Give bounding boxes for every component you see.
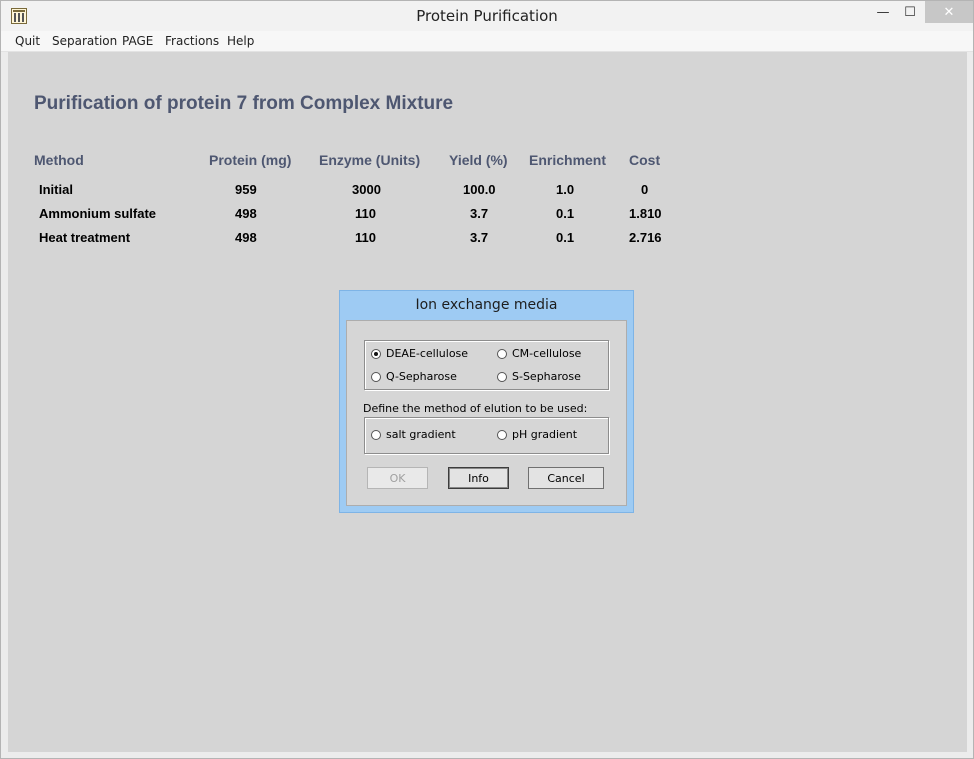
menu-quit[interactable]: Quit	[15, 34, 40, 48]
column-header-protein: Protein (mg)	[209, 152, 292, 168]
column-header-enrichment: Enrichment	[529, 152, 607, 168]
cell-cost: 2.716	[629, 230, 662, 245]
cell-method: Initial	[39, 182, 73, 197]
title-bar[interactable]: Protein Purification — ☐ ✕	[1, 1, 973, 31]
radio-cm-cellulose[interactable]: CM-cellulose	[497, 347, 581, 360]
menu-page[interactable]: PAGE	[122, 34, 153, 48]
column-header-enzyme: Enzyme (Units)	[319, 152, 421, 168]
radio-label: salt gradient	[386, 428, 456, 441]
ion-exchange-dialog: Ion exchange media DEAE-cellulose CM-cel…	[339, 290, 634, 513]
cell-yield: 3.7	[470, 230, 489, 245]
radio-salt-gradient[interactable]: salt gradient	[371, 428, 456, 441]
ok-button[interactable]: OK	[367, 467, 428, 489]
column-header-yield: Yield (%)	[449, 152, 508, 168]
dialog-body: DEAE-cellulose CM-cellulose Q-Sepharose …	[346, 320, 627, 506]
window-title: Protein Purification	[416, 7, 558, 25]
radio-label: S-Sepharose	[512, 370, 581, 383]
app-window: Protein Purification — ☐ ✕ Quit Separati…	[0, 0, 974, 759]
cell-cost: 1.810	[629, 206, 662, 221]
radio-ph-gradient[interactable]: pH gradient	[497, 428, 577, 441]
maximize-button[interactable]: ☐	[895, 1, 925, 23]
cell-protein: 959	[235, 182, 257, 197]
radio-unchecked-icon	[497, 348, 507, 359]
cell-protein: 498	[235, 230, 257, 245]
menu-separation[interactable]: Separation	[52, 34, 117, 48]
radio-unchecked-icon	[371, 371, 381, 382]
radio-q-sepharose[interactable]: Q-Sepharose	[371, 370, 457, 383]
radio-unchecked-icon	[371, 429, 381, 440]
cell-enrichment: 0.1	[556, 230, 575, 245]
cell-yield: 100.0	[463, 182, 496, 197]
cell-method: Heat treatment	[39, 230, 131, 245]
dialog-title: Ion exchange media	[415, 297, 558, 313]
radio-label: CM-cellulose	[512, 347, 582, 360]
elution-prompt: Define the method of elution to be used:	[363, 402, 588, 415]
menu-bar: Quit Separation PAGE Fractions Help	[1, 31, 973, 52]
main-content: Purification of protein 7 from Complex M…	[8, 52, 967, 752]
radio-deae-cellulose[interactable]: DEAE-cellulose	[371, 347, 468, 360]
cancel-button[interactable]: Cancel	[528, 467, 604, 489]
cell-yield: 3.7	[470, 206, 489, 221]
cell-enzyme: 110	[355, 206, 376, 221]
page-title: Purification of protein 7 from Complex M…	[34, 93, 454, 114]
cell-protein: 498	[235, 206, 257, 221]
cell-method: Ammonium sulfate	[39, 206, 157, 221]
column-header-method: Method	[34, 152, 84, 168]
cell-enrichment: 1.0	[556, 182, 575, 197]
radio-label: pH gradient	[512, 428, 578, 441]
menu-help[interactable]: Help	[227, 34, 254, 48]
cell-enrichment: 0.1	[556, 206, 575, 221]
radio-s-sepharose[interactable]: S-Sepharose	[497, 370, 581, 383]
radio-checked-icon	[371, 348, 381, 359]
info-button[interactable]: Info	[448, 467, 509, 489]
radio-unchecked-icon	[497, 429, 507, 440]
cell-enzyme: 3000	[352, 182, 381, 197]
radio-label: Q-Sepharose	[386, 370, 457, 383]
close-icon: ✕	[943, 4, 955, 20]
menu-fractions[interactable]: Fractions	[165, 34, 219, 48]
close-button[interactable]: ✕	[925, 1, 973, 23]
radio-label: DEAE-cellulose	[386, 347, 469, 360]
cell-enzyme: 110	[355, 230, 376, 245]
cell-cost: 0	[641, 182, 649, 197]
minimize-icon: —	[876, 4, 890, 20]
maximize-icon: ☐	[904, 4, 916, 20]
radio-unchecked-icon	[497, 371, 507, 382]
column-header-cost: Cost	[629, 152, 661, 168]
